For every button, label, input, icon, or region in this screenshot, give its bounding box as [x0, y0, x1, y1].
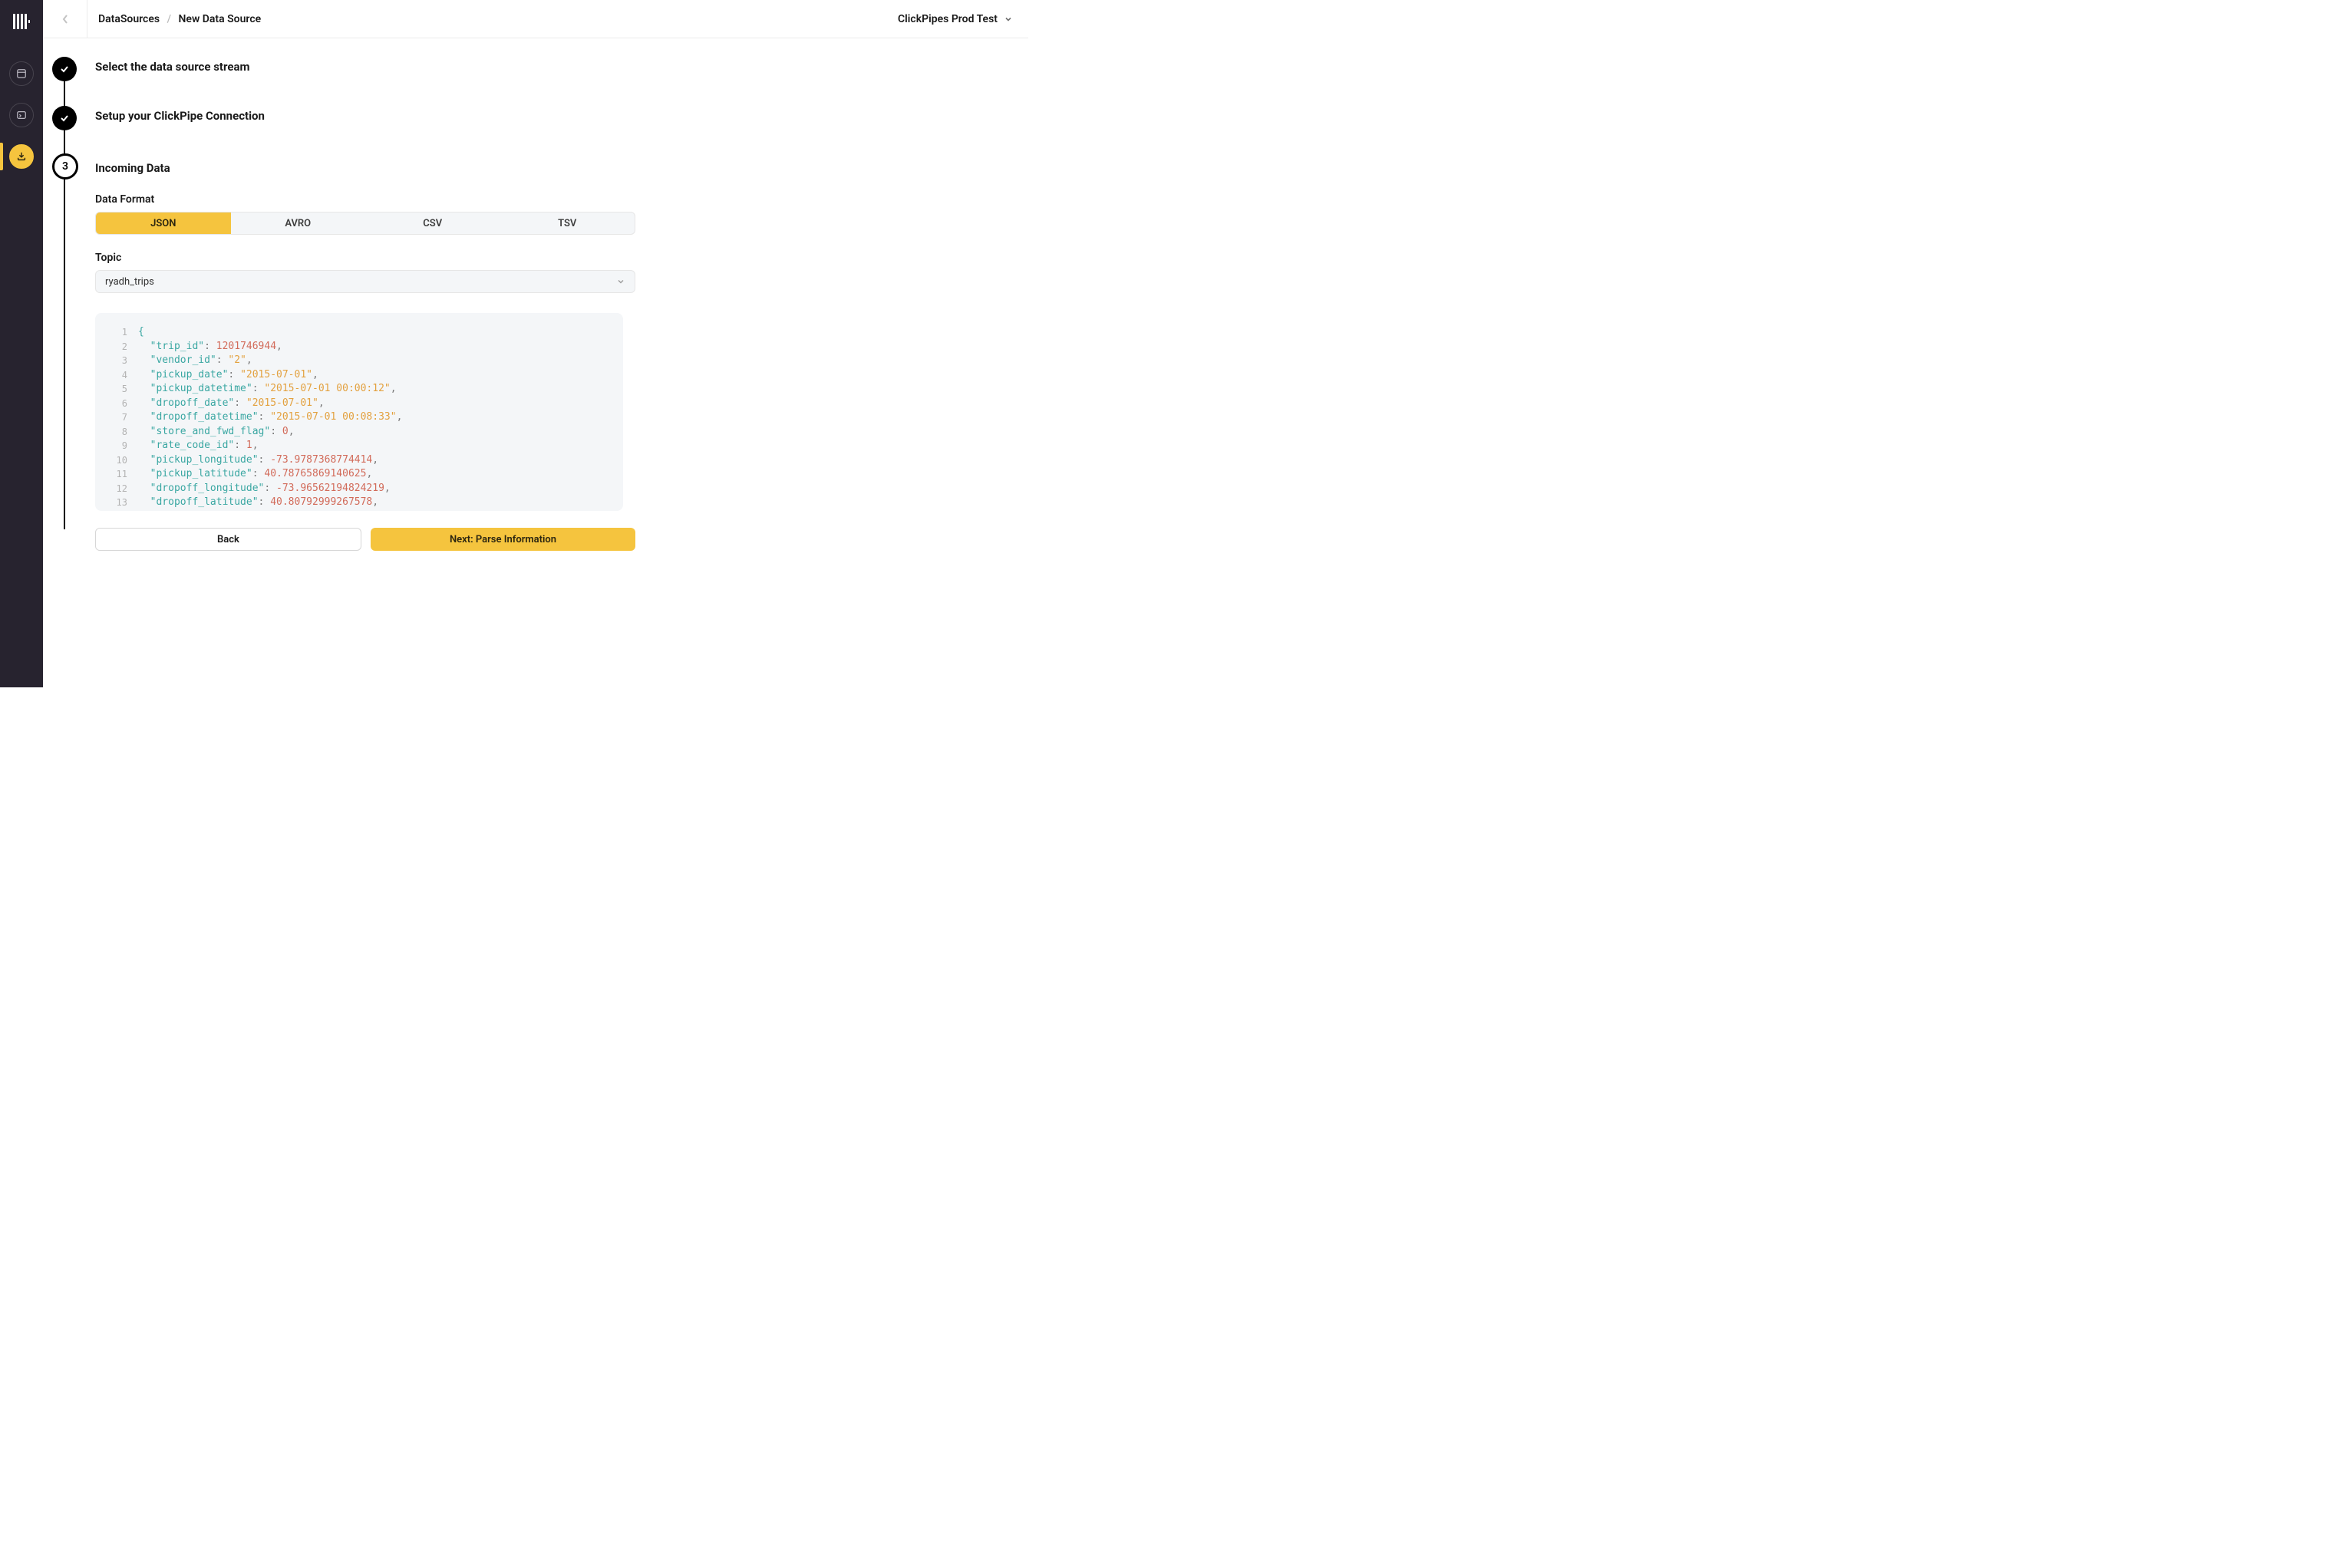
app-logo [13, 11, 30, 32]
line-number: 8 [106, 425, 127, 440]
top-bar: DataSources / New Data Source ClickPipes… [43, 0, 1028, 38]
format-tab-avro[interactable]: AVRO [231, 212, 366, 234]
back-arrow-icon[interactable] [43, 0, 87, 38]
next-button[interactable]: Next: Parse Information [371, 528, 635, 551]
sample-payload-viewer: 1{2 "trip_id": 1201746944,3 "vendor_id":… [95, 313, 623, 511]
topic-value: ryadh_trips [105, 276, 154, 288]
line-number: 6 [106, 397, 127, 411]
topic-label: Topic [95, 252, 680, 264]
line-number: 5 [106, 382, 127, 397]
code-line: 13 "dropoff_latitude": 40.80792999267578… [106, 496, 609, 510]
code-line: 1{ [106, 325, 609, 340]
line-number: 12 [106, 482, 127, 496]
breadcrumb-separator: / [167, 13, 171, 25]
chevron-down-icon [616, 277, 625, 286]
code-line: 7 "dropoff_datetime": "2015-07-01 00:08:… [106, 410, 609, 425]
stepper-rail: 3 [43, 46, 89, 551]
line-number: 13 [106, 496, 127, 510]
step-3-indicator: 3 [52, 153, 78, 180]
code-line: 9 "rate_code_id": 1, [106, 439, 609, 453]
code-line: 10 "pickup_longitude": -73.9787368774414… [106, 453, 609, 468]
line-number: 7 [106, 410, 127, 425]
line-number: 2 [106, 340, 127, 354]
step-3-title: Incoming Data [95, 161, 170, 175]
step-2-indicator [52, 106, 77, 130]
nav-item-database[interactable] [9, 61, 34, 86]
stepper-line [64, 69, 65, 529]
code-line: 12 "dropoff_longitude": -73.965621948242… [106, 482, 609, 496]
nav-item-import[interactable] [9, 144, 34, 169]
chevron-down-icon [1004, 15, 1013, 24]
breadcrumb: DataSources / New Data Source [87, 13, 261, 25]
code-line: 4 "pickup_date": "2015-07-01", [106, 368, 609, 383]
workspace-name: ClickPipes Prod Test [898, 13, 998, 25]
step-1-title: Select the data source stream [95, 60, 249, 74]
format-tab-csv[interactable]: CSV [365, 212, 500, 234]
line-number: 10 [106, 453, 127, 468]
back-button[interactable]: Back [95, 528, 361, 551]
step-2-title: Setup your ClickPipe Connection [95, 109, 265, 123]
line-number: 1 [106, 325, 127, 340]
code-line: 6 "dropoff_date": "2015-07-01", [106, 397, 609, 411]
data-format-label: Data Format [95, 193, 680, 206]
code-line: 5 "pickup_datetime": "2015-07-01 00:00:1… [106, 382, 609, 397]
workspace-switcher[interactable]: ClickPipes Prod Test [898, 13, 1013, 25]
line-number: 11 [106, 467, 127, 482]
nav-item-queries[interactable] [9, 103, 34, 127]
step-1-indicator [52, 57, 77, 81]
line-number: 3 [106, 354, 127, 368]
line-number: 9 [106, 439, 127, 453]
topic-select[interactable]: ryadh_trips [95, 270, 635, 293]
data-format-tabs: JSON AVRO CSV TSV [95, 212, 635, 235]
left-sidebar [0, 0, 43, 687]
code-line: 3 "vendor_id": "2", [106, 354, 609, 368]
breadcrumb-root[interactable]: DataSources [98, 13, 160, 25]
code-line: 8 "store_and_fwd_flag": 0, [106, 425, 609, 440]
format-tab-json[interactable]: JSON [96, 212, 231, 234]
code-line: 11 "pickup_latitude": 40.78765869140625, [106, 467, 609, 482]
code-line: 2 "trip_id": 1201746944, [106, 340, 609, 354]
step-3-number: 3 [62, 160, 68, 173]
line-number: 4 [106, 368, 127, 383]
format-tab-tsv[interactable]: TSV [500, 212, 635, 234]
breadcrumb-current: New Data Source [179, 13, 262, 25]
